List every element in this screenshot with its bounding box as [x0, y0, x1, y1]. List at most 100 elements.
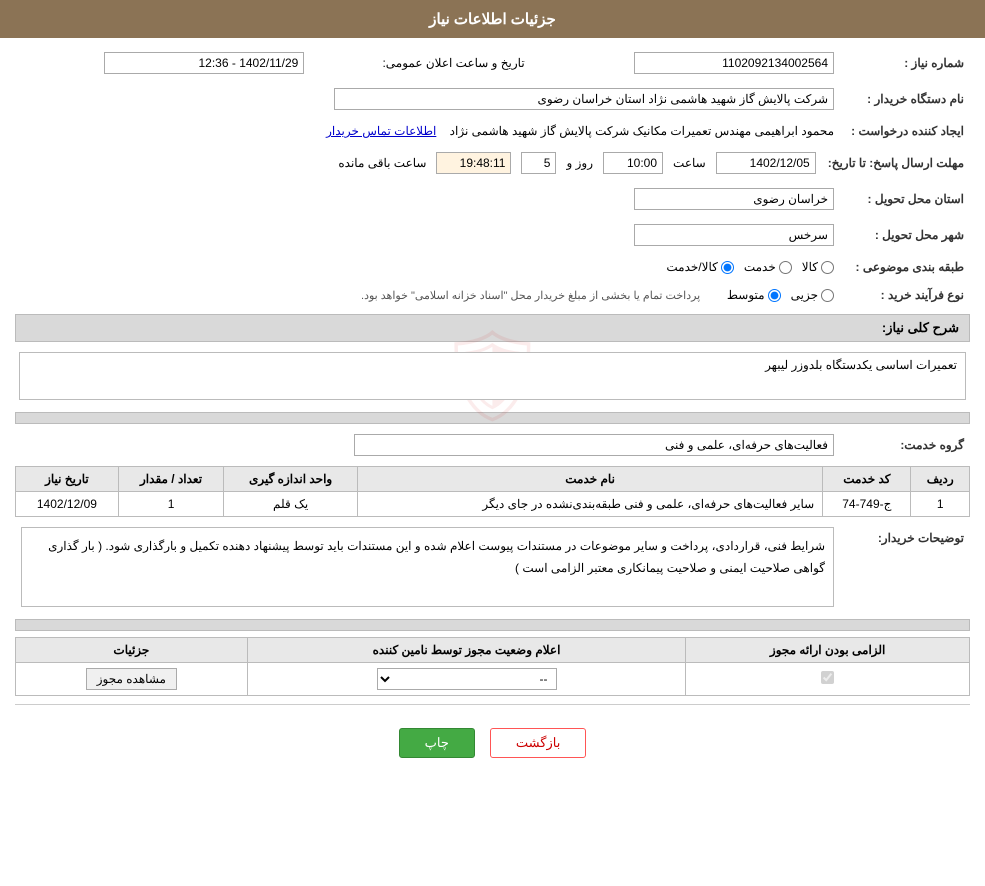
purchase-type-label: نوع فرآیند خرید : [840, 284, 970, 306]
remaining-label: ساعت باقی مانده [338, 156, 426, 170]
buyer-notes-text: شرایط فنی، قراردادی، پرداخت و سایر موضوع… [21, 527, 834, 607]
category-option-khedmat[interactable]: خدمت [744, 260, 792, 274]
purchase-type-motavasset[interactable]: متوسط [727, 288, 781, 302]
purchase-type-radio-jozii[interactable] [821, 289, 834, 302]
purchase-type-jozii[interactable]: جزیی [791, 288, 834, 302]
license-col-supplier-status: اعلام وضعیت مجوز توسط نامین کننده [247, 638, 686, 663]
license-info-section-title [15, 619, 970, 631]
category-radio-khedmat[interactable] [779, 261, 792, 274]
license-row: -- مشاهده مجوز [16, 663, 970, 696]
page-title: جزئیات اطلاعات نیاز [429, 11, 556, 28]
service-info-section-title [15, 412, 970, 424]
service-group-display: فعالیت‌های حرفه‌ای، علمی و فنی [354, 434, 834, 456]
col-header-unit: واحد اندازه گیری [224, 467, 358, 492]
license-details-cell: مشاهده مجوز [16, 663, 248, 696]
delivery-province-label: استان محل تحویل : [840, 184, 970, 214]
category-label: طبقه بندی موضوعی : [840, 256, 970, 278]
requester-value: محمود ابراهیمی مهندس تعمیرات مکانیک شرکت… [15, 120, 840, 142]
delivery-city-label: شهر محل تحویل : [840, 220, 970, 250]
cell-date: 1402/12/09 [16, 492, 119, 517]
purchase-type-value: جزیی متوسط پرداخت تمام یا بخشی از مبلغ خ… [15, 284, 840, 306]
buyer-org-table: نام دستگاه خریدار : شرکت پالایش گاز شهید… [15, 84, 970, 114]
requester-label: ایجاد کننده درخواست : [840, 120, 970, 142]
cell-row: 1 [911, 492, 970, 517]
main-content: شماره نیاز : 1102092134002564 تاریخ و سا… [0, 38, 985, 783]
license-col-mandatory: الزامی بودن ارائه مجوز [686, 638, 970, 663]
delivery-city-value: سرخس [15, 220, 840, 250]
general-description-section-title: شرح کلی نیاز: [15, 314, 970, 342]
print-button[interactable]: چاپ [399, 728, 475, 758]
top-info-table: شماره نیاز : 1102092134002564 تاریخ و سا… [15, 48, 970, 78]
page-wrapper: جزئیات اطلاعات نیاز شماره نیاز : 1102092… [0, 0, 985, 886]
general-description-text: تعمیرات اساسی یکدستگاه بلدوزر لیبهر [765, 358, 957, 372]
cell-name: سایر فعالیت‌های حرفه‌ای، علمی و فنی طبقه… [357, 492, 822, 517]
license-mandatory-cell [686, 663, 970, 696]
requester-display: محمود ابراهیمی مهندس تعمیرات مکانیک شرکت… [450, 124, 834, 138]
need-number-value: 1102092134002564 [545, 48, 840, 78]
table-row: 1 ج-749-74 سایر فعالیت‌های حرفه‌ای، علمی… [16, 492, 970, 517]
deadline-date-display: 1402/12/05 [716, 152, 816, 174]
purchase-type-note: پرداخت تمام یا بخشی از مبلغ خریدار محل "… [361, 289, 700, 302]
category-radio-group: کالا خدمت کالا/خدمت [21, 260, 834, 274]
purchase-type-radio-motavasset[interactable] [768, 289, 781, 302]
delivery-city-display: سرخس [634, 224, 834, 246]
announcement-datetime-display: 1402/11/29 - 12:36 [104, 52, 304, 74]
category-option-kala-khedmat[interactable]: کالا/خدمت [666, 260, 733, 274]
bottom-buttons: بازگشت چاپ [15, 713, 970, 773]
category-table: طبقه بندی موضوعی : کالا خدمت کالا/خدمت [15, 256, 970, 278]
service-group-label: گروه خدمت: [840, 430, 970, 460]
announcement-label: تاریخ و ساعت اعلان عمومی: [310, 48, 544, 78]
col-header-row: ردیف [911, 467, 970, 492]
requester-table: ایجاد کننده درخواست : محمود ابراهیمی مهن… [15, 120, 970, 142]
general-description-container: 🛡 AnatTender.net تعمیرات اساسی یکدستگاه … [15, 348, 970, 404]
category-radio-kala[interactable] [821, 261, 834, 274]
col-header-name: نام خدمت [357, 467, 822, 492]
deadline-value: 1402/12/05 ساعت 10:00 روز و 5 19:48:11 س… [15, 148, 822, 178]
col-header-qty: تعداد / مقدار [118, 467, 223, 492]
license-supplier-status-cell: -- [247, 663, 686, 696]
deadline-label: مهلت ارسال پاسخ: تا تاریخ: [822, 148, 970, 178]
days-display: 5 [521, 152, 556, 174]
purchase-type-radio-group: جزیی متوسط پرداخت تمام یا بخشی از مبلغ خ… [21, 288, 834, 302]
delivery-province-value: خراسان رضوی [15, 184, 840, 214]
need-number-label: شماره نیاز : [840, 48, 970, 78]
service-group-value: فعالیت‌های حرفه‌ای، علمی و فنی [15, 430, 840, 460]
buyer-notes-label: توضیحات خریدار: [840, 523, 970, 611]
license-table: الزامی بودن ارائه مجوز اعلام وضعیت مجوز … [15, 637, 970, 696]
category-value: کالا خدمت کالا/خدمت [15, 256, 840, 278]
delivery-city-table: شهر محل تحویل : سرخس [15, 220, 970, 250]
announcement-datetime-value: 1402/11/29 - 12:36 [15, 48, 310, 78]
need-number-display: 1102092134002564 [634, 52, 834, 74]
license-col-details: جزئیات [16, 638, 248, 663]
cell-unit: یک قلم [224, 492, 358, 517]
page-header: جزئیات اطلاعات نیاز [0, 0, 985, 38]
buyer-notes-value: شرایط فنی، قراردادی، پرداخت و سایر موضوع… [15, 523, 840, 611]
deadline-time-display: 10:00 [603, 152, 663, 174]
service-group-table: گروه خدمت: فعالیت‌های حرفه‌ای، علمی و فن… [15, 430, 970, 460]
col-header-date: تاریخ نیاز [16, 467, 119, 492]
license-supplier-status-select[interactable]: -- [377, 668, 557, 690]
general-description-value: تعمیرات اساسی یکدستگاه بلدوزر لیبهر [19, 352, 966, 400]
buyer-org-value: شرکت پالایش گاز شهید هاشمی نژاد استان خر… [15, 84, 840, 114]
contact-link[interactable]: اطلاعات تماس خریدار [326, 124, 436, 138]
cell-qty: 1 [118, 492, 223, 517]
remaining-time-display: 19:48:11 [436, 152, 511, 174]
delivery-province-table: استان محل تحویل : خراسان رضوی [15, 184, 970, 214]
buyer-notes-table: توضیحات خریدار: شرایط فنی، قراردادی، پرد… [15, 523, 970, 611]
deadline-time-label: ساعت [673, 156, 706, 170]
license-mandatory-checkbox [821, 671, 834, 684]
cell-code: ج-749-74 [823, 492, 911, 517]
days-label: روز و [567, 156, 594, 170]
deadline-table: مهلت ارسال پاسخ: تا تاریخ: 1402/12/05 سا… [15, 148, 970, 178]
back-button[interactable]: بازگشت [490, 728, 586, 758]
buyer-org-label: نام دستگاه خریدار : [840, 84, 970, 114]
category-radio-kala-khedmat[interactable] [721, 261, 734, 274]
services-table: ردیف کد خدمت نام خدمت واحد اندازه گیری ت… [15, 466, 970, 517]
purchase-type-table: نوع فرآیند خرید : جزیی متوسط پرداخت تمام… [15, 284, 970, 306]
col-header-code: کد خدمت [823, 467, 911, 492]
buyer-org-display: شرکت پالایش گاز شهید هاشمی نژاد استان خر… [334, 88, 834, 110]
category-option-kala[interactable]: کالا [802, 260, 834, 274]
view-license-button[interactable]: مشاهده مجوز [86, 668, 177, 690]
bottom-divider [15, 704, 970, 705]
delivery-province-display: خراسان رضوی [634, 188, 834, 210]
